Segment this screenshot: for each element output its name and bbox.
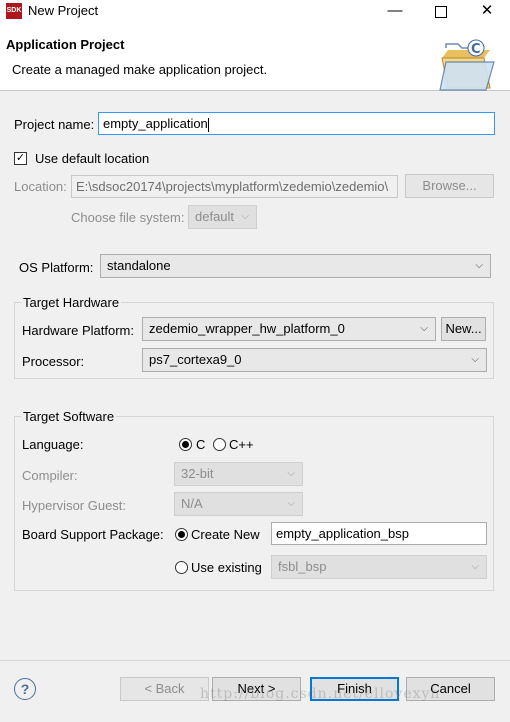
bsp-name-input[interactable]: empty_application_bsp — [271, 522, 487, 545]
browse-button[interactable]: Browse... — [405, 174, 494, 198]
minimize-icon: — — [387, 2, 403, 19]
back-button[interactable]: < Back — [120, 677, 209, 701]
bsp-label: Board Support Package: — [22, 527, 164, 542]
compiler-label: Compiler: — [22, 468, 78, 483]
wizard-banner: Application Project Create a managed mak… — [0, 24, 510, 91]
project-name-value: empty_application — [103, 116, 208, 131]
bsp-existing-value: fsbl_bsp — [278, 559, 327, 574]
use-default-location-label: Use default location — [35, 151, 150, 166]
chevron-down-icon: ⌵ — [241, 211, 249, 222]
processor-label: Processor: — [22, 354, 85, 369]
watermark-text: http://blog.csdn.net/ellovexyh — [200, 686, 441, 702]
svg-text:C: C — [471, 42, 481, 57]
file-system-value: default — [195, 209, 235, 224]
target-hardware-title: Target Hardware — [21, 295, 122, 310]
hypervisor-guest-label: Hypervisor Guest: — [22, 498, 127, 513]
maximize-button[interactable] — [418, 0, 464, 24]
compiler-value: 32-bit — [181, 466, 214, 481]
maximize-icon — [435, 6, 447, 18]
chevron-down-icon: ⌵ — [420, 323, 428, 334]
page-description: Create a managed make application projec… — [12, 62, 268, 77]
chevron-down-icon: ⌵ — [287, 468, 295, 479]
os-platform-label: OS Platform: — [19, 260, 94, 275]
page-title: Application Project — [6, 37, 125, 52]
hardware-platform-select[interactable]: zedemio_wrapper_hw_platform_0 ⌵ — [142, 317, 436, 341]
checkmark-icon: ✓ — [15, 152, 26, 164]
os-platform-value: standalone — [107, 258, 171, 273]
new-hardware-platform-button[interactable]: New... — [441, 317, 486, 341]
hypervisor-guest-select[interactable]: N/A ⌵ — [174, 492, 303, 516]
language-c-label: C — [196, 437, 206, 452]
footer-separator — [0, 660, 510, 661]
processor-select[interactable]: ps7_cortexa9_0 ⌵ — [142, 348, 487, 372]
language-cpp-label: C++ — [229, 437, 254, 452]
sdk-app-icon: SDK — [6, 3, 22, 19]
chevron-down-icon: ⌵ — [471, 561, 479, 572]
bsp-existing-select[interactable]: fsbl_bsp ⌵ — [271, 555, 487, 579]
chevron-down-icon: ⌵ — [475, 260, 483, 271]
hypervisor-guest-value: N/A — [181, 496, 203, 511]
project-name-label: Project name: — [14, 117, 95, 132]
title-bar: SDK New Project — ✕ — [0, 0, 510, 24]
bsp-use-existing-radio[interactable] — [175, 561, 188, 574]
chevron-down-icon: ⌵ — [287, 498, 295, 509]
file-system-label: Choose file system: — [71, 210, 185, 225]
compiler-select[interactable]: 32-bit ⌵ — [174, 462, 303, 486]
os-platform-select[interactable]: standalone ⌵ — [100, 254, 491, 278]
new-project-folder-icon: C — [439, 39, 495, 91]
chevron-down-icon: ⌵ — [471, 354, 479, 365]
file-system-select[interactable]: default ⌵ — [188, 205, 257, 229]
bsp-create-new-radio[interactable] — [175, 528, 188, 541]
target-software-title: Target Software — [21, 409, 117, 424]
bsp-name-value: empty_application_bsp — [276, 526, 409, 541]
project-name-input[interactable]: empty_application — [98, 112, 495, 135]
language-c-radio[interactable] — [179, 438, 192, 451]
bsp-create-new-label: Create New — [191, 527, 260, 542]
close-button[interactable]: ✕ — [464, 0, 510, 24]
location-label: Location: — [14, 179, 67, 194]
window-title: New Project — [28, 3, 99, 18]
minimize-button[interactable]: — — [372, 0, 418, 24]
language-cpp-radio[interactable] — [213, 438, 226, 451]
help-icon[interactable]: ? — [14, 678, 36, 700]
location-value: E:\sdsoc20174\projects\myplatform\zedemi… — [76, 179, 389, 194]
use-default-location-checkbox[interactable]: ✓ — [14, 152, 27, 165]
hardware-platform-value: zedemio_wrapper_hw_platform_0 — [149, 321, 345, 336]
hardware-platform-label: Hardware Platform: — [22, 323, 134, 338]
language-label: Language: — [22, 437, 84, 452]
processor-value: ps7_cortexa9_0 — [149, 352, 242, 367]
location-input[interactable]: E:\sdsoc20174\projects\myplatform\zedemi… — [71, 175, 398, 198]
close-icon: ✕ — [480, 2, 494, 19]
bsp-use-existing-label: Use existing — [191, 560, 262, 575]
